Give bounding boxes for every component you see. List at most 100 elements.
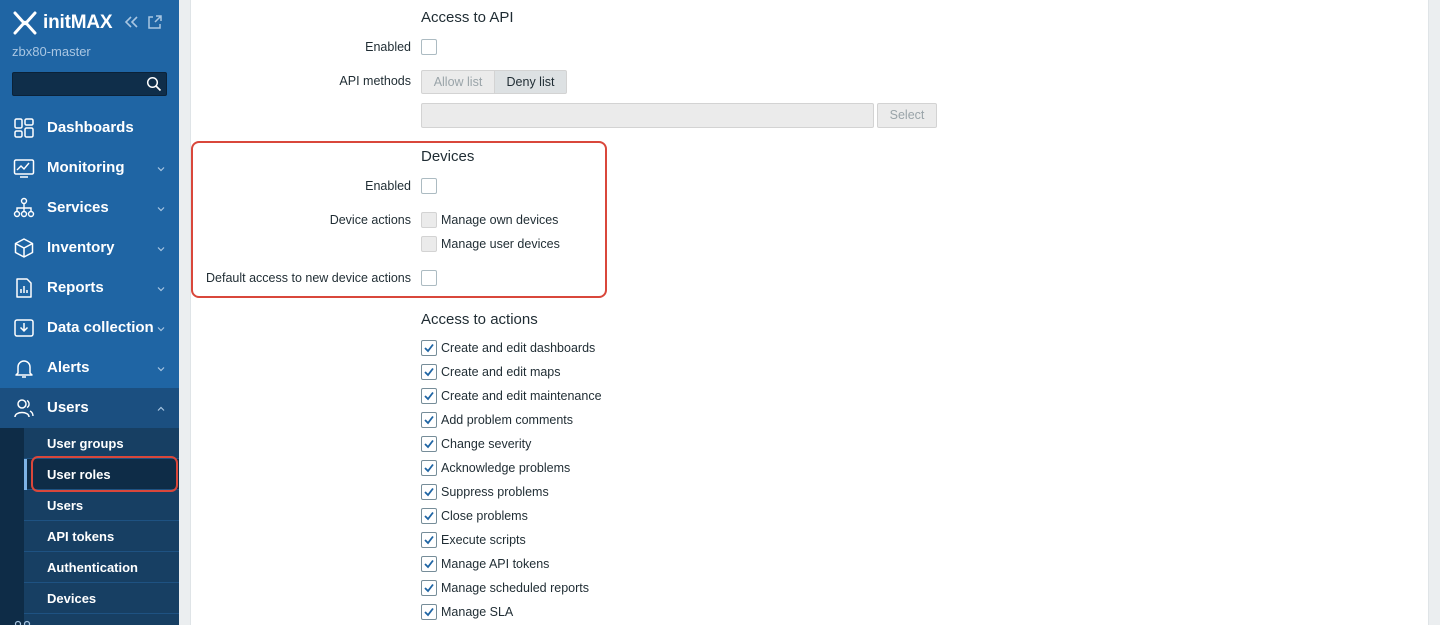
action-label: Execute scripts: [441, 533, 526, 547]
menu-item-services[interactable]: Services: [0, 188, 179, 228]
menu-item-dashboards[interactable]: Dashboards: [0, 108, 179, 148]
sidebar: initMAX zbx80-master Dashboards Monitori…: [0, 0, 179, 625]
collapse-sidebar-icon[interactable]: [123, 14, 139, 30]
action-label: Manage scheduled reports: [441, 581, 590, 595]
action-checkbox-manage-scheduled-reports[interactable]: [421, 580, 437, 596]
action-checkbox-add-problem-comments[interactable]: [421, 412, 437, 428]
checkmark-icon: [424, 415, 434, 425]
checkmark-icon: [424, 367, 434, 377]
action-label: Manage SLA: [441, 605, 514, 619]
checkmark-icon: [424, 343, 434, 353]
chevron-down-icon: [157, 327, 165, 332]
checkmark-icon: [424, 559, 434, 569]
menu-label: Data collection: [47, 319, 154, 336]
action-checkbox-suppress-problems[interactable]: [421, 484, 437, 500]
action-checkbox-create-edit-maintenance[interactable]: [421, 388, 437, 404]
checkmark-icon: [424, 439, 434, 449]
submenu-label: API tokens: [47, 529, 115, 544]
default-device-access-label: Default access to new device actions: [206, 271, 411, 285]
initmax-logo-icon: [13, 11, 37, 35]
menu-item-alerts[interactable]: Alerts: [0, 348, 179, 388]
submenu-item-users[interactable]: Users: [24, 490, 179, 521]
action-label: Create and edit maintenance: [441, 389, 602, 403]
menu-label: Reports: [47, 279, 104, 296]
chevron-down-icon: [157, 367, 165, 372]
devices-enabled-checkbox[interactable]: [421, 178, 437, 194]
search-field[interactable]: [12, 72, 167, 96]
allow-list-button[interactable]: Allow list: [421, 70, 495, 94]
api-enabled-checkbox[interactable]: [421, 39, 437, 55]
submenu-label: User roles: [47, 467, 111, 482]
devices-section-title: Devices: [421, 148, 475, 165]
manage-own-devices-label: Manage own devices: [441, 213, 559, 227]
action-checkbox-execute-scripts[interactable]: [421, 532, 437, 548]
menu-label: Users: [47, 399, 89, 416]
submenu-item-api-tokens[interactable]: API tokens: [24, 521, 179, 552]
device-actions-label: Device actions: [329, 213, 411, 227]
chevron-up-icon: [157, 406, 165, 411]
action-label: Create and edit dashboards: [441, 341, 596, 355]
api-methods-select-button[interactable]: Select: [877, 103, 937, 128]
checkmark-icon: [424, 391, 434, 401]
action-label: Change severity: [441, 437, 532, 451]
checkmark-icon: [424, 463, 434, 473]
action-label: Add problem comments: [441, 413, 574, 427]
services-icon: [13, 197, 35, 218]
menu-item-monitoring[interactable]: Monitoring: [0, 148, 179, 188]
search-icon[interactable]: [146, 76, 162, 92]
menu-item-users[interactable]: Users: [0, 388, 179, 428]
submenu-item-user-groups[interactable]: User groups: [24, 428, 179, 459]
monitoring-icon: [13, 159, 35, 178]
partial-menu-icon: [14, 620, 31, 625]
menu-item-inventory[interactable]: Inventory: [0, 228, 179, 268]
dashboard-icon: [14, 118, 34, 138]
logo-text: initMAX: [43, 12, 113, 33]
submenu-rail: [0, 428, 24, 625]
action-checkbox-change-severity[interactable]: [421, 436, 437, 452]
checkmark-icon: [424, 487, 434, 497]
checkmark-icon: [424, 511, 434, 521]
submenu-label: User groups: [47, 436, 124, 451]
api-methods-multiselect[interactable]: [421, 103, 874, 128]
actions-section-title: Access to actions: [421, 311, 538, 328]
action-checkbox-manage-sla[interactable]: [421, 604, 437, 620]
submenu-item-user-roles[interactable]: User roles: [24, 459, 179, 490]
action-checkbox-create-edit-dashboards[interactable]: [421, 340, 437, 356]
action-checkbox-manage-api-tokens[interactable]: [421, 556, 437, 572]
api-enabled-label: Enabled: [365, 40, 411, 54]
action-checkbox-create-edit-maps[interactable]: [421, 364, 437, 380]
submenu-label: Authentication: [47, 560, 138, 575]
data-collection-icon: [14, 319, 34, 337]
kiosk-mode-icon[interactable]: [147, 14, 163, 30]
menu-label: Dashboards: [47, 119, 134, 136]
submenu-item-devices[interactable]: Devices: [24, 583, 179, 614]
default-device-access-checkbox[interactable]: [421, 270, 437, 286]
chevron-down-icon: [157, 167, 165, 172]
deny-list-button[interactable]: Deny list: [494, 70, 567, 94]
manage-user-devices-label: Manage user devices: [441, 237, 560, 251]
reports-icon: [16, 278, 32, 298]
menu-item-data-collection[interactable]: Data collection: [0, 308, 179, 348]
chevron-down-icon: [157, 287, 165, 292]
devices-enabled-label: Enabled: [365, 179, 411, 193]
menu-label: Alerts: [47, 359, 90, 376]
inventory-icon: [14, 238, 34, 258]
api-section-title: Access to API: [421, 9, 514, 26]
checkmark-icon: [424, 535, 434, 545]
api-methods-label: API methods: [339, 74, 411, 88]
search-input[interactable]: [13, 73, 141, 95]
action-label: Manage API tokens: [441, 557, 550, 571]
action-checkbox-acknowledge-problems[interactable]: [421, 460, 437, 476]
submenu-item-authentication[interactable]: Authentication: [24, 552, 179, 583]
manage-own-devices-checkbox[interactable]: [421, 212, 437, 228]
users-submenu: User groups User roles Users API tokens …: [0, 428, 179, 625]
server-name: zbx80-master: [12, 44, 91, 59]
action-checkbox-close-problems[interactable]: [421, 508, 437, 524]
submenu-label: Devices: [47, 591, 97, 606]
action-label: Close problems: [441, 509, 528, 523]
action-label: Suppress problems: [441, 485, 549, 499]
manage-user-devices-checkbox[interactable]: [421, 236, 437, 252]
checkmark-icon: [424, 583, 434, 593]
menu-item-reports[interactable]: Reports: [0, 268, 179, 308]
chevron-down-icon: [157, 247, 165, 252]
